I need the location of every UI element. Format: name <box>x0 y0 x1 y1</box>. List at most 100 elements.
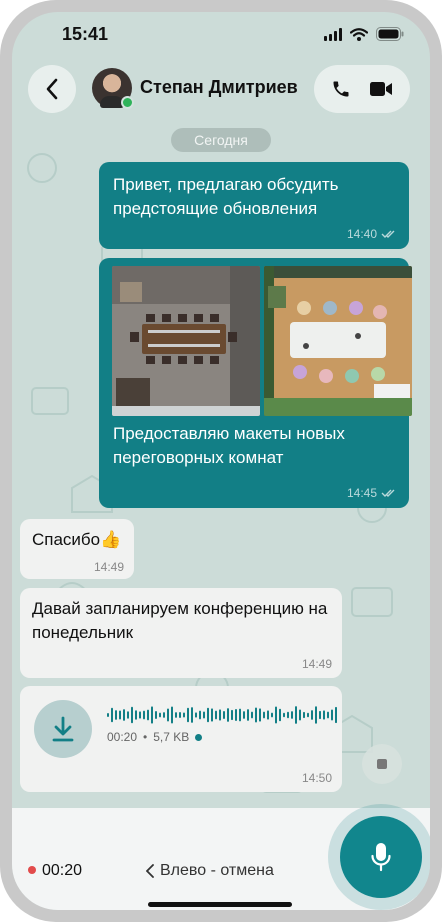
waveform-bar <box>127 711 129 719</box>
online-status-dot <box>121 96 134 109</box>
incoming-message[interactable]: Давай запланируем конференцию на понедел… <box>20 588 342 678</box>
waveform-bar <box>291 711 293 719</box>
waveform-bar <box>267 710 269 720</box>
room-layout-image-1[interactable] <box>112 266 260 416</box>
waveform-bar <box>323 710 325 720</box>
video-camera-icon[interactable] <box>369 80 393 98</box>
incoming-message[interactable]: Спасибо👍 14:49 <box>20 519 134 579</box>
waveform-bar <box>187 707 189 723</box>
chevron-left-icon <box>146 864 154 878</box>
stop-icon <box>377 759 387 769</box>
waveform-bar <box>223 711 225 719</box>
waveform-bar <box>215 710 217 720</box>
waveform-bar <box>275 706 277 724</box>
waveform-bar <box>327 711 329 719</box>
waveform-bar <box>115 710 117 720</box>
voice-duration: 00:20 <box>107 730 138 744</box>
waveform-bar <box>235 708 237 722</box>
waveform-bar <box>207 707 209 723</box>
waveform-bar <box>167 708 169 722</box>
waveform-bar <box>303 711 305 719</box>
room-layout-image-2[interactable] <box>264 266 412 416</box>
phone-frame: 15:41 Степан Дмитриев Сегодня Привет, пр… <box>0 0 442 922</box>
cancel-hint-text: Влево - отмена <box>160 862 274 879</box>
message-time: 14:49 <box>301 657 332 671</box>
date-separator: Сегодня <box>171 128 271 152</box>
separator-dot: • <box>143 730 148 744</box>
message-text: Давай запланируем конференцию на понедел… <box>32 599 328 642</box>
waveform-bar <box>135 710 137 720</box>
waveform-bar <box>131 706 133 724</box>
message-time: 14:45 <box>346 486 377 500</box>
phone-icon[interactable] <box>331 79 351 99</box>
waveform-bar <box>107 713 109 717</box>
waveform-bar <box>175 712 177 718</box>
waveform-bar <box>319 710 321 720</box>
call-actions <box>314 65 410 113</box>
waveform-bar <box>123 709 125 721</box>
waveform-bar <box>203 711 205 719</box>
unplayed-dot <box>195 733 203 741</box>
status-time: 15:41 <box>62 24 109 44</box>
waveform-bar <box>119 710 121 720</box>
waveform-bar <box>271 712 273 718</box>
incoming-voice-message[interactable]: 00:20 • 5,7 KB 14:50 <box>20 686 342 792</box>
chat-screen: 15:41 Степан Дмитриев Сегодня Привет, пр… <box>12 12 430 910</box>
back-button[interactable] <box>28 65 76 113</box>
waveform-bar <box>287 711 289 719</box>
record-voice-button[interactable] <box>340 816 422 898</box>
voice-waveform[interactable] <box>107 704 339 726</box>
waveform-bar <box>143 710 145 720</box>
waveform-bar <box>155 710 157 720</box>
waveform-bar <box>111 707 113 723</box>
waveform-bar <box>151 706 153 724</box>
waveform-bar <box>239 708 241 722</box>
waveform-bar <box>191 707 193 723</box>
waveform-bar <box>311 710 313 720</box>
message-time: 14:50 <box>301 771 332 785</box>
double-check-icon <box>381 230 395 238</box>
waveform-bar <box>231 709 233 721</box>
contact-name[interactable]: Степан Дмитриев <box>140 77 298 98</box>
waveform-bar <box>179 711 181 719</box>
message-meta: 14:40 <box>347 227 397 241</box>
waveform-bar <box>315 706 317 724</box>
waveform-bar <box>335 706 337 724</box>
waveform-bar <box>251 711 253 719</box>
waveform-bar <box>211 708 213 722</box>
waveform-bar <box>263 711 265 719</box>
message-meta: 14:45 <box>347 486 397 500</box>
message-time: 14:49 <box>93 560 124 574</box>
back-arrow-icon <box>46 78 58 100</box>
waveform-bar <box>299 709 301 721</box>
wifi-icon <box>350 27 368 41</box>
double-check-icon <box>381 489 395 497</box>
waveform-bar <box>227 708 229 722</box>
waveform-bar <box>139 711 141 719</box>
microphone-icon <box>371 843 391 872</box>
message-meta: 14:49 <box>302 657 332 671</box>
waveform-bar <box>159 712 161 718</box>
waveform-bar <box>295 706 297 724</box>
waveform-bar <box>163 712 165 718</box>
waveform-bar <box>147 709 149 721</box>
waveform-bar <box>195 712 197 718</box>
message-time: 14:40 <box>346 227 377 241</box>
status-icons <box>324 27 404 41</box>
home-indicator[interactable] <box>148 902 292 907</box>
voice-size: 5,7 KB <box>153 730 190 744</box>
recording-timer: 00:20 <box>42 862 83 879</box>
waveform-bar <box>331 709 333 721</box>
stop-recording-button[interactable] <box>362 744 402 784</box>
message-text: Спасибо👍 <box>32 530 122 549</box>
waveform-bar <box>307 712 309 718</box>
waveform-bar <box>283 712 285 718</box>
waveform-bar <box>255 707 257 723</box>
avatar[interactable] <box>92 68 134 109</box>
outgoing-message[interactable]: Привет, предлагаю обсудить предстоящие о… <box>99 162 409 249</box>
outgoing-photo-message[interactable]: Предоставляю макеты новых переговорных к… <box>99 258 412 508</box>
chat-header: Степан Дмитриев <box>12 56 430 128</box>
recording-indicator <box>28 866 36 874</box>
waveform-bar <box>199 710 201 720</box>
download-button[interactable] <box>34 700 92 758</box>
